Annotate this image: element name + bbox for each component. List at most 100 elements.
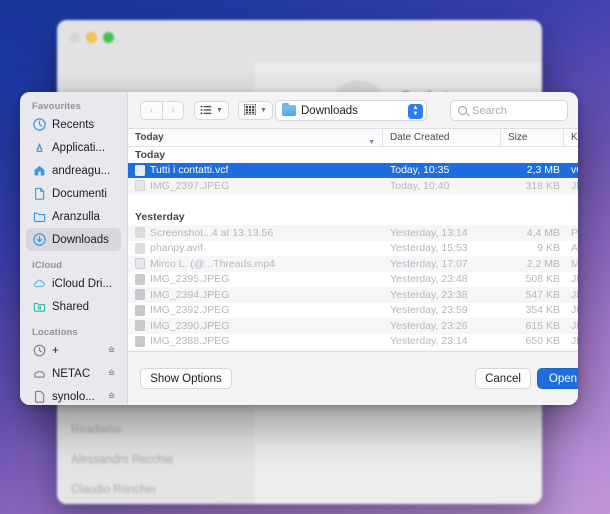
jpeg-file-icon [135,320,145,332]
chevron-updown-icon[interactable]: ▲ ▼ [408,103,423,119]
contact-row[interactable]: Alessandro Recchia [57,445,254,475]
file-list[interactable]: Today Tutti i contatti.vcf Today, 10:35 … [128,147,578,351]
dialog-sidebar: Favourites Recents Applicati... andreagu… [20,92,128,405]
search-placeholder: Search [472,104,507,117]
file-date-cell: Today, 10:40 [390,179,450,192]
home-icon [32,163,47,178]
sidebar-item-downloads[interactable]: Downloads [26,228,121,251]
back-button[interactable]: ‹ [140,101,162,120]
folder-icon [32,209,47,224]
sidebar-item-shared[interactable]: Shared [26,295,121,318]
file-name-cell: Tutti i contatti.vcf [135,164,378,176]
cloud-icon [32,276,47,291]
file-kind-cell: JPEG image [571,273,578,286]
sidebar-item-icloud-drive[interactable]: iCloud Dri... [26,272,121,295]
zoom-button[interactable] [103,32,114,43]
show-options-button[interactable]: Show Options [140,368,232,389]
file-name-cell: IMG_2392.JPEG [135,304,378,316]
minimize-button[interactable] [86,32,97,43]
png-file-icon [135,227,145,239]
sidebar-item-label: + [52,344,59,357]
open-file-dialog[interactable]: Favourites Recents Applicati... andreagu… [20,92,578,405]
sidebar-item-label: andreagu... [52,164,111,177]
sidebar-item-label: iCloud Dri... [52,277,113,290]
file-size-cell: 2,3 MB [526,164,560,177]
table-row[interactable]: phanpy.avif Yesterday, 15:53 9 KB AV1 Im… [128,241,578,257]
file-size-cell: 508 KB [525,273,560,286]
eject-icon[interactable] [107,345,116,354]
downloads-icon [32,232,47,247]
jpeg-file-icon [135,180,145,192]
chevron-down-icon: ▼ [260,107,267,114]
sidebar-item-home[interactable]: andreagu... [26,159,121,182]
file-date-cell: Yesterday, 15:53 [390,242,468,255]
search-input[interactable]: Search [450,100,568,121]
table-row[interactable]: IMG_2390.JPEG Yesterday, 23:26 615 KB JP… [128,318,578,334]
table-row[interactable]: Tutti i contatti.vcf Today, 10:35 2,3 MB… [128,162,578,178]
chevron-down-icon: ▼ [368,139,375,146]
sidebar-item-netac[interactable]: NETAC [26,362,121,385]
dialog-main-pane: ‹ › ▼ ▼ Downloads ▲ ▼ Search Today ▼ Dat… [128,92,578,405]
table-row[interactable]: IMG_2388.JPEG Yesterday, 23:14 650 KB JP… [128,334,578,350]
contact-row[interactable]: Claudio Ronchin [57,475,254,504]
grid-view-icon [243,102,257,120]
avif-file-icon [135,242,145,254]
group-label: Today [135,148,166,161]
table-row[interactable]: IMG_2395.JPEG Yesterday, 23:48 508 KB JP… [128,272,578,288]
sidebar-item-label: Downloads [52,233,109,246]
sidebar-item-label: Shared [52,300,90,313]
group-header-row: Today [128,147,578,163]
table-row[interactable]: Mirco L. (@...Threads.mp4 Yesterday, 17:… [128,256,578,272]
file-name-cell: phanpy.avif [135,242,378,254]
cancel-button[interactable]: Cancel [475,368,531,389]
file-size-cell: 2,2 MB [526,257,560,270]
column-header-size[interactable]: Size [501,129,564,146]
sidebar-item-label: Documenti [52,187,107,200]
path-popup-button[interactable]: Downloads ▲ ▼ [275,100,427,121]
table-row[interactable]: Screenshot...4 at 13.13.56 Yesterday, 13… [128,225,578,241]
file-date-cell: Yesterday, 17:07 [390,257,468,270]
gallery-view-button[interactable]: ▼ [238,101,273,120]
table-row[interactable]: IMG_2397.JPEG Today, 10:40 318 KB JPEG i… [128,178,578,194]
file-size-cell: 615 KB [525,319,560,332]
file-size-cell: 9 KB [537,242,560,255]
sidebar-item-synology[interactable]: synolo... [26,385,121,405]
table-row[interactable]: IMG_2394.JPEG Yesterday, 23:38 547 KB JP… [128,287,578,303]
jpeg-file-icon [135,273,145,285]
table-row[interactable]: IMG_2392.JPEG Yesterday, 23:59 354 KB JP… [128,303,578,319]
sidebar-item-location-disk[interactable]: + [26,339,121,362]
sidebar-item-applications[interactable]: Applicati... [26,136,121,159]
file-size-cell: 4,4 MB [526,226,560,239]
file-name-cell: Mirco L. (@...Threads.mp4 [135,258,378,270]
close-button[interactable] [69,32,80,43]
add-contact-button[interactable]: + [209,502,235,504]
sidebar-item-label: Applicati... [52,141,106,154]
jpeg-file-icon [135,304,145,316]
file-name-cell: IMG_2397.JPEG [135,180,378,192]
column-header-date-created[interactable]: Date Created [383,129,501,146]
sidebar-item-aranzulla[interactable]: Aranzulla [26,205,121,228]
open-button[interactable]: Open [537,368,578,389]
file-name-cell: IMG_2394.JPEG [135,289,378,301]
list-view-button[interactable]: ▼ [194,101,229,120]
vcard-file-icon [135,164,145,176]
column-header-name[interactable]: Today ▼ [128,129,383,146]
contact-row[interactable]: Readwise [57,415,254,445]
group-label: Yesterday [135,211,185,224]
file-name-cell: IMG_2388.JPEG [135,335,378,347]
sidebar-item-documents[interactable]: Documenti [26,182,121,205]
column-header-label: Today [135,132,164,143]
column-header-row: Today ▼ Date Created Size Kind Date Adde… [128,129,578,147]
chevron-down-icon: ▼ [216,107,223,114]
group-header-row: Yesterday [128,210,578,226]
eject-icon[interactable] [107,391,116,400]
sidebar-item-recents[interactable]: Recents [26,113,121,136]
folder-icon [282,102,296,116]
forward-button[interactable]: › [162,101,184,120]
file-date-cell: Yesterday, 23:26 [390,319,468,332]
eject-icon[interactable] [107,368,116,377]
file-kind-cell: vCard [571,164,578,177]
column-header-kind[interactable]: Kind [564,129,578,146]
file-date-cell: Yesterday, 23:38 [390,288,468,301]
external-disk-icon [32,366,47,381]
